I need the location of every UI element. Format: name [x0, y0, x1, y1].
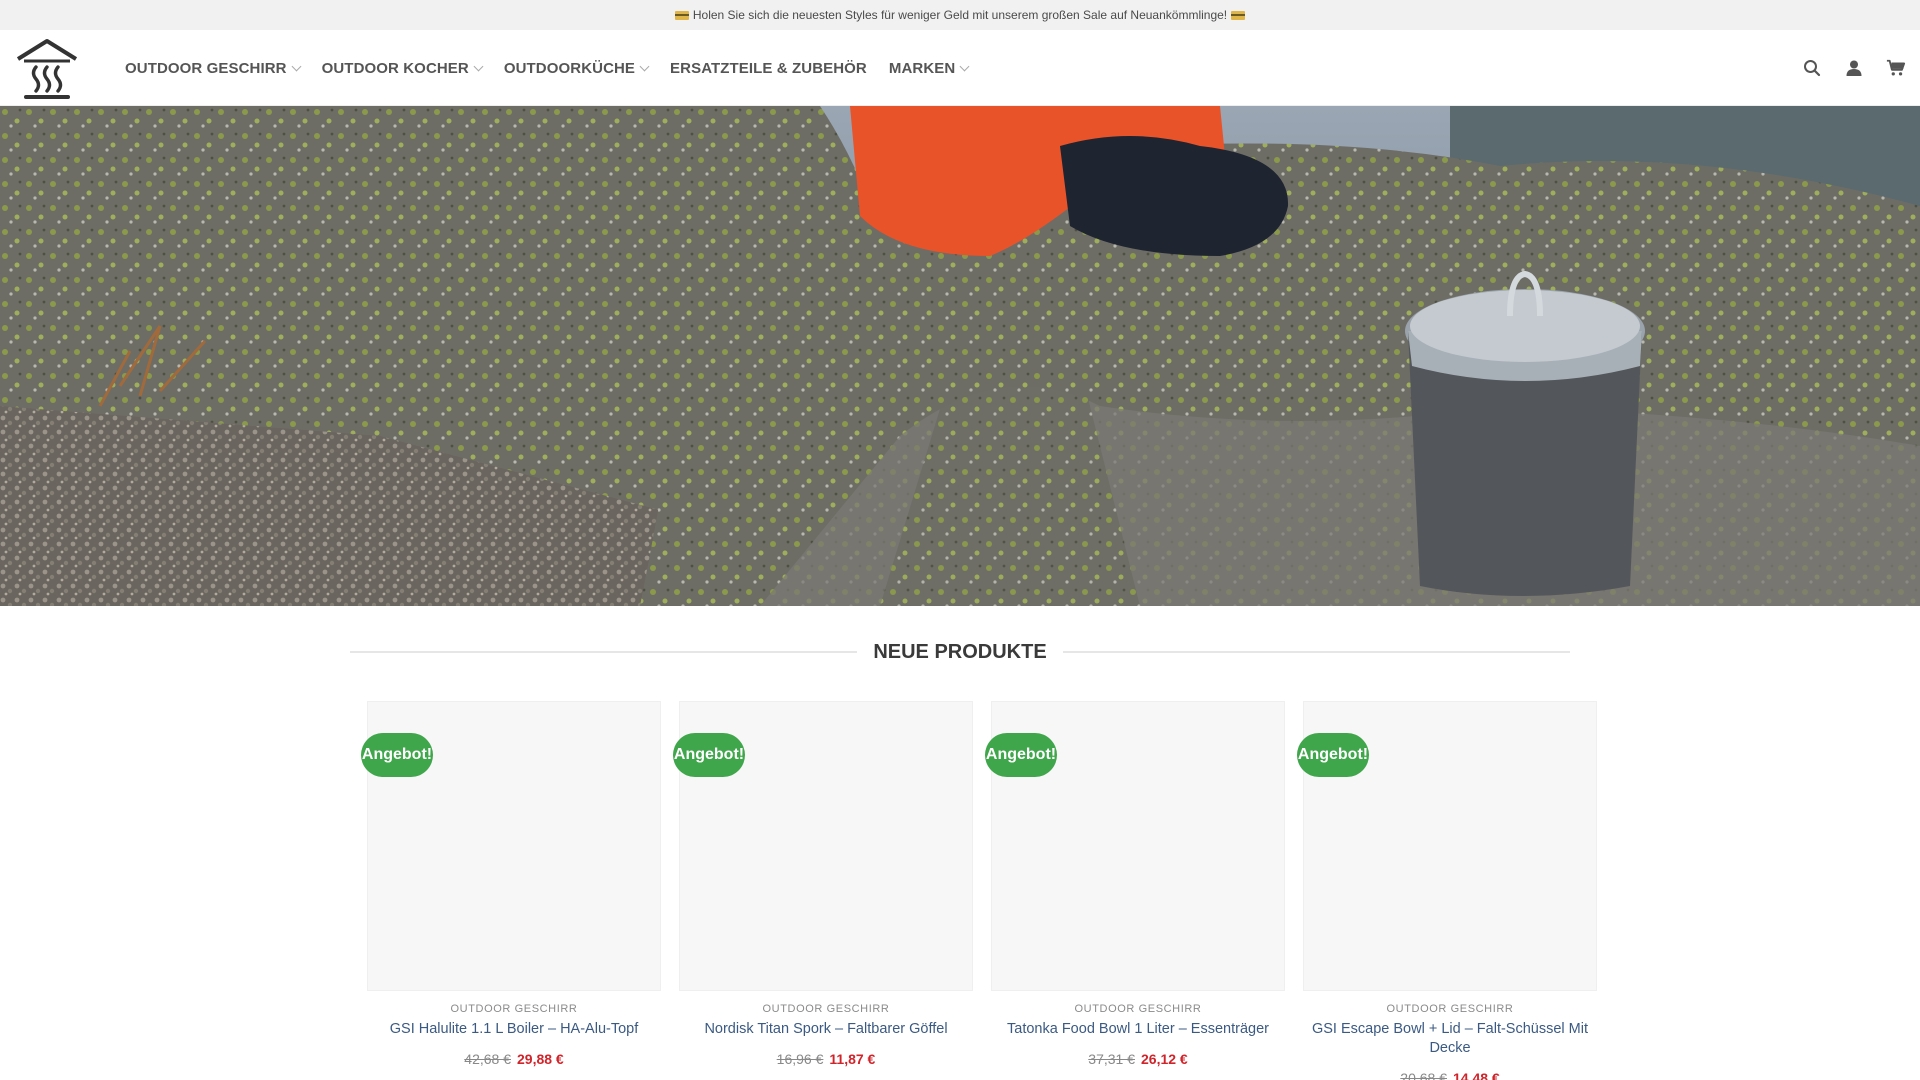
chevron-down-icon — [959, 61, 970, 71]
product-card[interactable]: Angebot! OUTDOOR GESCHIRR Nordisk Titan … — [673, 701, 973, 1080]
chevron-down-icon — [291, 61, 302, 71]
sale-badge: Angebot! — [1297, 733, 1369, 777]
product-prices: 16,96 € 11,87 € — [679, 1051, 973, 1067]
divider — [1062, 651, 1571, 653]
sale-price: 11,87 € — [829, 1051, 876, 1067]
product-prices: 20,68 € 14,48 € — [1303, 1070, 1597, 1080]
nav-item-marken[interactable]: MARKEN — [888, 59, 970, 77]
product-card[interactable]: Angebot! OUTDOOR GESCHIRR GSI Escape Bow… — [1297, 701, 1597, 1080]
nav-item-outdoor-kocher[interactable]: OUTDOOR KOCHER — [321, 59, 484, 77]
nav-label: ERSATZTEILE & ZUBEHÖR — [670, 59, 867, 77]
header-actions — [1802, 30, 1906, 106]
announcement-bar: Holen Sie sich die neuesten Styles für w… — [0, 0, 1920, 30]
site-header: OUTDOOR GESCHIRR OUTDOOR KOCHER OUTDOORK… — [0, 30, 1920, 106]
sale-price: 14,48 € — [1453, 1070, 1500, 1080]
section-title: NEUE PRODUKTE — [873, 640, 1047, 663]
credit-card-icon — [674, 10, 689, 20]
product-category: OUTDOOR GESCHIRR — [1074, 1003, 1202, 1015]
divider — [350, 651, 858, 653]
chevron-down-icon — [473, 61, 484, 71]
product-name-link[interactable]: GSI Halulite 1.1 L Boiler – HA-Alu-Topf — [367, 1020, 661, 1039]
product-prices: 37,31 € 26,12 € — [991, 1051, 1285, 1067]
nav-item-outdoor-geschirr[interactable]: OUTDOOR GESCHIRR — [125, 59, 302, 77]
nav-item-ersatzteile-zubehoer[interactable]: ERSATZTEILE & ZUBEHÖR — [670, 60, 867, 77]
sale-price: 29,88 € — [517, 1051, 564, 1067]
product-name-link[interactable]: Tatonka Food Bowl 1 Liter – Essenträger — [991, 1020, 1285, 1039]
product-card[interactable]: Angebot! OUTDOOR GESCHIRR GSI Halulite 1… — [361, 701, 661, 1080]
nav-label: OUTDOOR KOCHER — [321, 59, 469, 77]
old-price: 20,68 € — [1400, 1070, 1447, 1080]
product-grid: Angebot! OUTDOOR GESCHIRR GSI Halulite 1… — [361, 701, 1597, 1080]
old-price: 37,31 € — [1088, 1051, 1135, 1067]
product-card[interactable]: Angebot! OUTDOOR GESCHIRR Tatonka Food B… — [985, 701, 1285, 1080]
cart-icon[interactable] — [1886, 58, 1906, 78]
nav-item-outdoorkueche[interactable]: OUTDOORKÜCHE — [503, 59, 650, 77]
credit-card-icon — [1231, 10, 1246, 20]
old-price: 42,68 € — [464, 1051, 511, 1067]
sale-price: 26,12 € — [1141, 1051, 1188, 1067]
product-prices: 42,68 € 29,88 € — [367, 1051, 661, 1067]
nav-label: MARKEN — [888, 59, 956, 77]
old-price: 16,96 € — [776, 1051, 824, 1067]
product-name-link[interactable]: GSI Escape Bowl + Lid – Falt-Schüssel Mi… — [1303, 1020, 1597, 1058]
nav-label: OUTDOORKÜCHE — [503, 59, 636, 77]
account-icon[interactable] — [1844, 58, 1864, 78]
product-category: OUTDOOR GESCHIRR — [450, 1003, 578, 1015]
product-category: OUTDOOR GESCHIRR — [762, 1003, 890, 1015]
product-category: OUTDOOR GESCHIRR — [1386, 1003, 1514, 1015]
main-nav: OUTDOOR GESCHIRR OUTDOOR KOCHER OUTDOORK… — [125, 30, 970, 106]
product-name-link[interactable]: Nordisk Titan Spork – Faltbarer Göffel — [679, 1020, 973, 1039]
site-logo[interactable] — [14, 35, 80, 101]
sale-badge: Angebot! — [361, 733, 433, 777]
chevron-down-icon — [639, 61, 650, 71]
announcement-text: Holen Sie sich die neuesten Styles für w… — [692, 8, 1228, 22]
section-heading: NEUE PRODUKTE — [350, 632, 1571, 672]
sale-badge: Angebot! — [985, 733, 1057, 777]
hero-banner-image — [0, 106, 1920, 606]
sale-badge: Angebot! — [673, 733, 745, 777]
nav-label: OUTDOOR GESCHIRR — [125, 59, 287, 77]
search-icon[interactable] — [1802, 58, 1822, 78]
